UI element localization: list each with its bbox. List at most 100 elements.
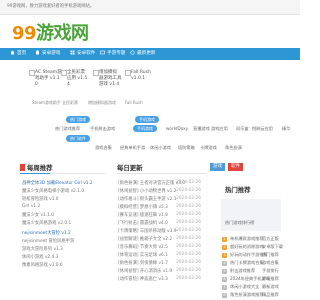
weekly-item[interactable]: Girl v1.2 bbox=[22, 204, 40, 209]
tag-link[interactable]: 游戏应用 bbox=[211, 126, 228, 132]
daily-item-date: 2024-02-26 bbox=[176, 180, 201, 185]
side-tag[interactable]: 官方正版 bbox=[262, 236, 279, 242]
side-tag[interactable]: 手游排行 bbox=[262, 268, 279, 274]
site-logo[interactable]: 99游戏网 bbox=[12, 19, 89, 45]
side-tag[interactable]: 好玩推荐 bbox=[262, 276, 279, 282]
daily-item-date: 2024-02-26 bbox=[176, 244, 201, 249]
tag-link[interactable]: 塔防策略 bbox=[178, 145, 195, 151]
daily-item-date: 2024-02-26 bbox=[176, 276, 201, 281]
card-sublink[interactable]: 全民彩票 bbox=[62, 100, 78, 106]
weekly-item[interactable]: 轻松冒险游戏 v1.0 bbox=[22, 196, 59, 202]
rank-badge: 2 bbox=[222, 245, 227, 250]
hot-list-item[interactable]: 3 好玩的动作手游推荐 bbox=[222, 252, 268, 258]
daily-item[interactable]: [动作冒险] 神庙逃亡 v3.3 bbox=[118, 276, 168, 282]
daily-item[interactable]: [体育运动] 实况足球 v6.1 bbox=[118, 252, 168, 258]
top-bar-text: 99游戏网，致力游戏爱好者的手机游戏网站。 bbox=[7, 4, 95, 9]
daily-item-date: 2024-02-26 bbox=[176, 260, 201, 265]
daily-item[interactable]: [飞行射击] 雷霆战机 v4.0 bbox=[118, 220, 168, 226]
daily-item-date: 2024-02-26 bbox=[176, 252, 201, 257]
daily-item[interactable]: [角色扮演] 剑侠情缘 v1.7 bbox=[118, 260, 168, 266]
tag-pill-hot[interactable]: 热门游戏 bbox=[66, 116, 90, 123]
weekly-item[interactable]: 休闲小游戏 v2.4.3 bbox=[22, 254, 58, 260]
game-card-title: 全民彩票 应用 v1.5. 4 bbox=[67, 70, 89, 87]
tag-link[interactable]: 同乐盒 bbox=[236, 126, 249, 132]
weekly-item[interactable]: 像素风格游戏 v1.0.6 bbox=[22, 262, 63, 268]
weekly-section-title: 每周推荐 bbox=[20, 163, 53, 172]
tag-link[interactable]: 游戏合集 bbox=[95, 145, 112, 151]
daily-item-date: 2024-02-26 bbox=[176, 196, 201, 201]
nav-item-latest[interactable]: 最新更新 bbox=[130, 48, 155, 60]
page: 99游戏网，致力游戏爱好者的手机游戏网站。 99游戏网 首页 安卓游戏 安卓软件… bbox=[0, 0, 300, 300]
nav-item-home[interactable]: 首页 bbox=[10, 48, 26, 60]
weekly-item[interactable]: 游戏大冒险系列 v1.3 bbox=[22, 246, 63, 252]
tag-link[interactable]: 悦刷云应用 bbox=[252, 126, 273, 132]
daily-section-title: 每日更新 bbox=[117, 164, 143, 172]
side-tag[interactable]: 安卓版下载 bbox=[262, 244, 283, 250]
hot-list-item[interactable]: 8 角色扮演游戏推荐 bbox=[222, 292, 264, 298]
logo-text: 游戏网 bbox=[36, 23, 89, 44]
tag-link[interactable]: 经典单机手游 bbox=[120, 145, 145, 151]
daily-item[interactable]: [休闲益智] 小小动物世界 v1.2 bbox=[118, 188, 176, 194]
card-sublink[interactable]: 增加模拟器游戏 bbox=[88, 100, 116, 106]
tag-link[interactable]: 休闲小游戏 bbox=[150, 145, 171, 151]
hot-banner[interactable]: 热门游戏排行榜 bbox=[221, 199, 281, 231]
daily-item-date: 2024-02-26 bbox=[176, 228, 201, 233]
tag-link[interactable]: 卡牌游戏 bbox=[200, 145, 217, 151]
android-icon bbox=[36, 50, 39, 55]
tag-link[interactable]: 角色扮演 bbox=[225, 145, 242, 151]
daily-item[interactable]: [休闲益智] 开心消消乐 v1.9 bbox=[118, 268, 172, 274]
daily-item[interactable]: [赛车竞速] 极速狂飙 v1.8 bbox=[118, 212, 168, 218]
rank-badge: 4 bbox=[222, 261, 227, 266]
section-marker bbox=[20, 164, 25, 171]
weekly-item[interactable]: nejisinmeet 冒险风格手游 bbox=[22, 238, 74, 244]
daily-item[interactable]: [动作格斗] 街头霸王手游 v2.1 bbox=[118, 196, 176, 202]
card-sublink[interactable]: Fall Rush bbox=[125, 100, 143, 105]
hot-list-item[interactable]: 2 超好玩的消除游戏 bbox=[222, 244, 264, 250]
weekly-item[interactable]: 战神全体3D 加载Elevator Girl v1.2 bbox=[22, 180, 93, 186]
tab-games[interactable]: 游戏 bbox=[210, 163, 225, 171]
tag-link[interactable]: 直播游戏 bbox=[193, 126, 210, 132]
weekly-item[interactable]: 魔法少女 v1.1.0 bbox=[22, 212, 54, 218]
hot-list-item[interactable]: 7 休闲小游戏大全 bbox=[222, 284, 259, 290]
hot-list-item[interactable]: 4 热门卡牌游戏合集 bbox=[222, 260, 264, 266]
topic-icon bbox=[100, 50, 105, 55]
home-icon bbox=[10, 50, 15, 55]
divider-accent bbox=[20, 173, 50, 174]
tag-pill-mobile[interactable]: 手机游戏 bbox=[135, 116, 159, 123]
daily-item[interactable]: [角色扮演] 王者对决官方正版 v3.0 bbox=[118, 180, 185, 186]
daily-item[interactable]: [卡牌策略] 三国杀移动版 v3.9 bbox=[118, 228, 176, 234]
side-tag[interactable]: 热门推荐 bbox=[262, 252, 279, 258]
tag-pill-mobile-2[interactable]: 手机游戏 bbox=[133, 125, 157, 132]
hot-list-item[interactable]: 5 射击游戏推荐 bbox=[222, 268, 255, 274]
new-icon bbox=[130, 50, 135, 55]
game-card[interactable]: Fall Rush v1.0.1 bbox=[122, 70, 162, 96]
logo-number: 99 bbox=[12, 23, 37, 44]
game-card-title: Fall Rush v1.0.1 bbox=[131, 70, 151, 81]
tag-link[interactable]: 手机射击游戏 bbox=[90, 126, 115, 132]
hot-section-title: 热门推荐 bbox=[225, 186, 251, 194]
daily-item[interactable]: [音乐舞蹈] 节奏大师 v2.5 bbox=[118, 244, 168, 250]
top-bar: 99游戏网，致力游戏爱好者的手机游戏网站。 bbox=[0, 0, 300, 15]
tag-pill-hot-apps[interactable]: 热门软件 bbox=[66, 135, 90, 142]
main-nav: 首页 安卓游戏 安卓软件 手游专题 最新更新 bbox=[0, 48, 300, 60]
daily-item[interactable]: [模拟经营] 梦想小镇 v5.3 bbox=[118, 204, 168, 210]
tag-link[interactable]: 精华 bbox=[282, 126, 290, 132]
side-tag[interactable]: 最新游戏 bbox=[262, 284, 279, 290]
weekly-item[interactable]: nejisinmeet大冒险 v1.2 bbox=[22, 230, 71, 236]
nav-item-game-topics[interactable]: 手游专题 bbox=[100, 48, 125, 60]
tab-apps[interactable]: 软件 bbox=[228, 163, 243, 171]
side-tag[interactable]: 游戏合集 bbox=[262, 260, 279, 266]
nav-item-android-apps[interactable]: 安卓软件 bbox=[70, 48, 95, 60]
rank-badge: 5 bbox=[222, 269, 227, 274]
rank-badge: 8 bbox=[222, 293, 227, 298]
hot-list-item[interactable]: 1 单机爆款游戏推荐 bbox=[222, 236, 264, 242]
weekly-item[interactable]: 魔法少女风格游戏 v2.0.1 bbox=[22, 220, 71, 226]
weekly-item[interactable]: 魔法少女风格电梯小游戏 v2.1.0 bbox=[22, 188, 84, 194]
divider bbox=[117, 173, 207, 174]
side-tag[interactable]: 精品推荐 bbox=[262, 292, 279, 298]
daily-item[interactable]: [益智解谜] 推箱子大全 v2.2 bbox=[118, 236, 172, 242]
nav-item-android-games[interactable]: 安卓游戏 bbox=[35, 48, 60, 60]
card-sublink[interactable]: Steam游戏助手 bbox=[32, 100, 61, 106]
tag-link[interactable]: 热门游戏推荐 bbox=[55, 126, 80, 132]
tag-link[interactable]: worldDoxy bbox=[166, 126, 188, 131]
